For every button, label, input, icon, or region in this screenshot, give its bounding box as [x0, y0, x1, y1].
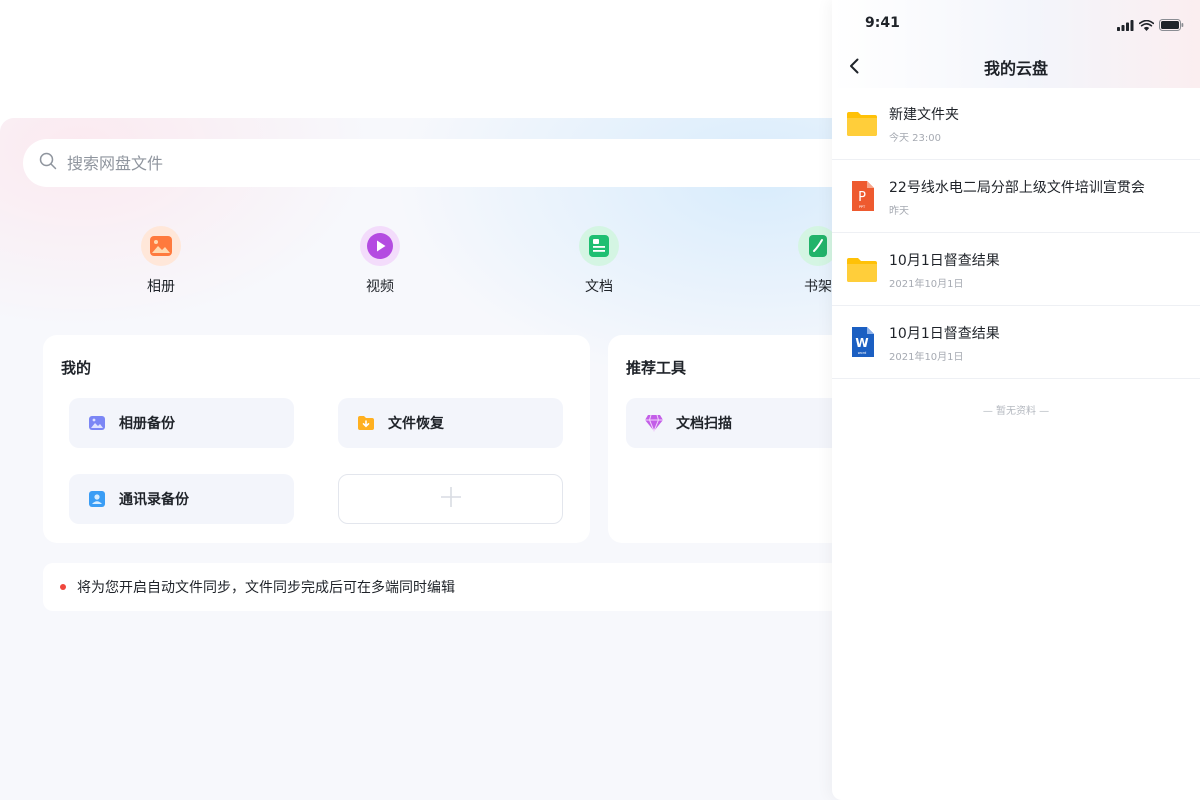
file-list-item[interactable]: W word 10月1日督查结果 2021年10月1日	[832, 306, 1200, 379]
tile-label: 通讯录备份	[119, 492, 189, 508]
file-name: 10月1日督查结果	[889, 326, 1000, 342]
file-restore-button[interactable]: 文件恢复	[338, 398, 563, 448]
file-name: 10月1日督查结果	[889, 253, 1000, 269]
tile-label: 相册备份	[119, 416, 175, 432]
ppt-file-icon: P PPT	[846, 180, 878, 212]
my-section-card: 我的 相册备份 文件恢复 通讯录备份	[43, 335, 590, 543]
photo-icon	[141, 226, 181, 266]
tile-label: 文档扫描	[676, 416, 732, 432]
file-date: 2021年10月1日	[889, 279, 964, 290]
file-list-item[interactable]: P PPT 22号线水电二局分部上级文件培训宣贯会 昨天	[832, 160, 1200, 233]
plus-icon	[440, 486, 462, 512]
file-list-item[interactable]: 新建文件夹 今天 23:00	[832, 87, 1200, 160]
photo-backup-icon	[87, 413, 107, 433]
word-type-caption: word	[858, 351, 867, 355]
file-date: 2021年10月1日	[889, 352, 964, 363]
word-type-letter: W	[855, 336, 868, 350]
notice-text: 将为您开启自动文件同步，文件同步完成后可在多端同时编辑	[77, 580, 455, 596]
tools-section-card: 推荐工具 文档扫描	[608, 335, 868, 543]
tools-section-title: 推荐工具	[626, 359, 687, 377]
file-restore-icon	[356, 413, 376, 433]
ppt-type-caption: PPT	[859, 205, 866, 209]
quick-action-label: 相册	[147, 279, 175, 295]
folder-icon	[846, 107, 878, 139]
ppt-type-letter: P	[858, 190, 866, 205]
contacts-backup-icon	[87, 489, 107, 509]
document-scan-button[interactable]: 文档扫描	[626, 398, 856, 448]
quick-action-label: 视频	[366, 279, 394, 295]
contacts-backup-button[interactable]: 通讯录备份	[69, 474, 294, 524]
quick-action-album[interactable]: 相册	[131, 226, 191, 296]
diamond-scan-icon	[644, 413, 664, 433]
folder-icon	[846, 253, 878, 285]
word-file-icon: W word	[846, 326, 878, 358]
status-bar-icons	[1117, 16, 1184, 35]
phone-page-title: 我的云盘	[983, 59, 1048, 78]
search-icon	[39, 152, 57, 174]
album-backup-button[interactable]: 相册备份	[69, 398, 294, 448]
file-name: 新建文件夹	[889, 107, 959, 123]
file-date: 今天 23:00	[889, 133, 941, 144]
notice-dot-icon	[60, 584, 66, 590]
my-section-title: 我的	[61, 359, 92, 377]
search-bar[interactable]	[23, 139, 883, 187]
tile-label: 文件恢复	[388, 416, 444, 432]
play-icon	[360, 226, 400, 266]
file-list-item[interactable]: 10月1日督查结果 2021年10月1日	[832, 233, 1200, 306]
file-date: 昨天	[889, 206, 909, 217]
battery-icon	[1159, 16, 1184, 35]
quick-action-video[interactable]: 视频	[350, 226, 410, 296]
search-input[interactable]	[67, 153, 667, 173]
quick-action-document[interactable]: 文档	[569, 226, 629, 296]
quick-action-label: 文档	[585, 279, 613, 295]
status-time: 9:41	[865, 15, 900, 31]
phone-cloud-drive: 9:41 我的云盘 新建文件夹 今天 23:00 P PPT 22号线水电二局分…	[832, 0, 1200, 800]
file-name: 22号线水电二局分部上级文件培训宣贯会	[889, 180, 1145, 196]
add-shortcut-button[interactable]	[338, 474, 563, 524]
signal-icon	[1117, 16, 1134, 35]
sync-notice: 将为您开启自动文件同步，文件同步完成后可在多端同时编辑	[43, 563, 843, 611]
wifi-icon	[1138, 16, 1155, 35]
empty-tip: — 暂无资料 —	[982, 406, 1050, 417]
document-icon	[579, 226, 619, 266]
